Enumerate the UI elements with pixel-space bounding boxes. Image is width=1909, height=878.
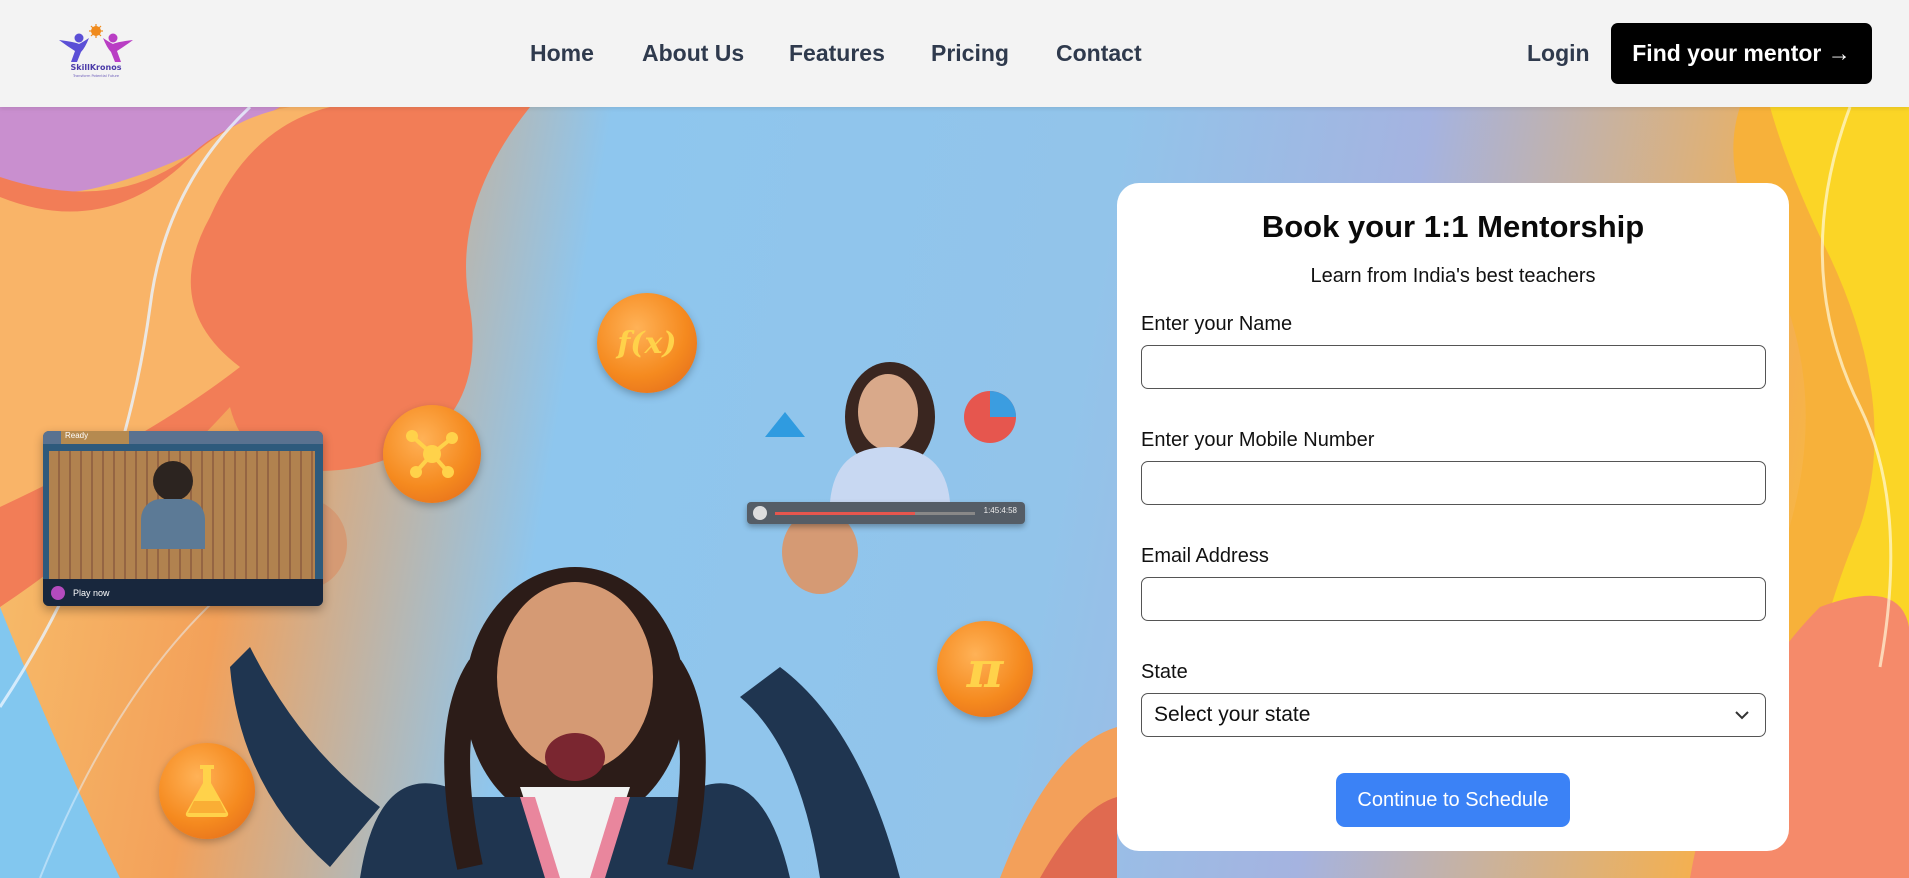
function-icon: f(x) — [597, 293, 697, 393]
mobile-input[interactable] — [1141, 461, 1766, 505]
video-time: 1:45:4:58 — [983, 506, 1017, 515]
nav-features[interactable]: Features — [789, 40, 885, 67]
pi-icon: π — [937, 621, 1033, 717]
mentorship-booking-form: Book your 1:1 Mentorship Learn from Indi… — [1117, 183, 1789, 851]
video-tab-label: Ready — [61, 431, 129, 444]
video-progress-bar[interactable]: 1:45:4:58 — [747, 502, 1025, 524]
flask-icon — [159, 743, 255, 839]
logo-figures-icon — [59, 24, 133, 62]
form-title: Book your 1:1 Mentorship — [1261, 209, 1645, 244]
molecule-icon — [383, 405, 481, 503]
video-lesson-card: Ready Play now — [43, 431, 323, 606]
play-icon[interactable] — [51, 585, 65, 600]
form-subtitle: Learn from India's best teachers — [1310, 265, 1596, 287]
pause-icon[interactable] — [753, 506, 767, 520]
play-now-label: Play now — [73, 587, 110, 598]
email-label: Email Address — [1141, 545, 1269, 567]
state-label: State — [1141, 661, 1188, 683]
name-input[interactable] — [1141, 345, 1766, 389]
skillkronos-logo[interactable]: SkillKronos Transform Potential Future — [55, 24, 137, 82]
email-input[interactable] — [1141, 577, 1766, 621]
logo-wordmark: SkillKronos — [70, 63, 122, 72]
state-select[interactable]: Select your state — [1141, 693, 1766, 737]
nav-home[interactable]: Home — [530, 40, 594, 67]
student-girl-illustration — [230, 499, 900, 878]
nav-contact[interactable]: Contact — [1056, 40, 1142, 67]
find-mentor-button[interactable]: Find your mentor → — [1611, 23, 1872, 84]
chevron-down-icon — [1735, 711, 1749, 720]
mobile-label: Enter your Mobile Number — [1141, 429, 1375, 451]
top-nav-bar: SkillKronos Transform Potential Future H… — [0, 0, 1909, 107]
nav-about-us[interactable]: About Us — [642, 40, 744, 67]
nav-pricing[interactable]: Pricing — [931, 40, 1009, 67]
name-label: Enter your Name — [1141, 313, 1293, 335]
logo-tagline: Transform Potential Future — [72, 74, 120, 78]
continue-to-schedule-button[interactable]: Continue to Schedule — [1336, 773, 1570, 827]
state-selected-value: Select your state — [1154, 703, 1311, 726]
teacher-illustration — [765, 362, 1016, 502]
login-link[interactable]: Login — [1527, 40, 1590, 67]
